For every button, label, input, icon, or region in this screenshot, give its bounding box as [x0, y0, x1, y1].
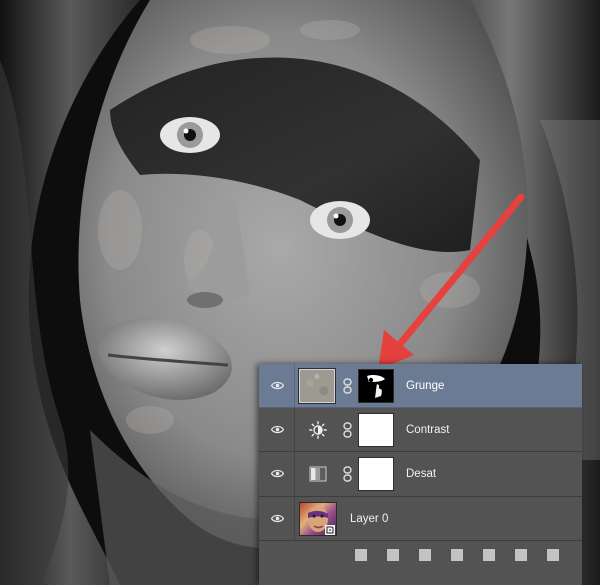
- link-layers-icon[interactable]: [355, 549, 367, 561]
- layer-mask-thumbnail[interactable]: [358, 457, 394, 491]
- smart-object-icon: [325, 525, 335, 535]
- new-layer-icon[interactable]: [515, 549, 527, 561]
- layer-row-grunge[interactable]: Grunge: [259, 364, 582, 408]
- eye-icon: [271, 469, 284, 478]
- layer-name: Grunge: [406, 379, 445, 392]
- layer-name: Contrast: [406, 423, 450, 436]
- add-mask-icon[interactable]: [419, 549, 431, 561]
- brightness-contrast-icon[interactable]: [309, 420, 327, 439]
- visibility-toggle[interactable]: [259, 452, 295, 496]
- visibility-toggle[interactable]: [259, 497, 295, 540]
- adjustment-icon[interactable]: [451, 549, 463, 561]
- black-white-adjustment-icon[interactable]: [309, 465, 327, 483]
- mask-link-icon[interactable]: [343, 466, 352, 482]
- layer-mask-thumbnail[interactable]: [358, 413, 394, 447]
- eye-icon: [271, 514, 284, 522]
- visibility-toggle[interactable]: [259, 364, 295, 407]
- layer-row-desat[interactable]: Desat: [259, 452, 582, 497]
- layer-name: Layer 0: [350, 512, 389, 525]
- mask-link-icon[interactable]: [343, 377, 352, 394]
- layer-mask-thumbnail[interactable]: [358, 369, 394, 403]
- mask-link-icon[interactable]: [343, 421, 352, 438]
- layers-footer-toolbar: [355, 547, 575, 563]
- folder-icon[interactable]: [483, 549, 495, 561]
- layers-panel: Grunge Contrast Desat Layer 0: [259, 364, 582, 585]
- trash-icon[interactable]: [547, 549, 559, 561]
- layer-name: Desat: [406, 468, 437, 480]
- layer-thumbnail[interactable]: [298, 368, 336, 404]
- visibility-toggle[interactable]: [259, 408, 295, 451]
- eye-icon: [271, 425, 284, 433]
- eye-icon: [271, 381, 284, 389]
- layer-row-contrast[interactable]: Contrast: [259, 408, 582, 452]
- layer-row-layer-0[interactable]: Layer 0: [259, 497, 582, 541]
- fx-icon[interactable]: [387, 549, 399, 561]
